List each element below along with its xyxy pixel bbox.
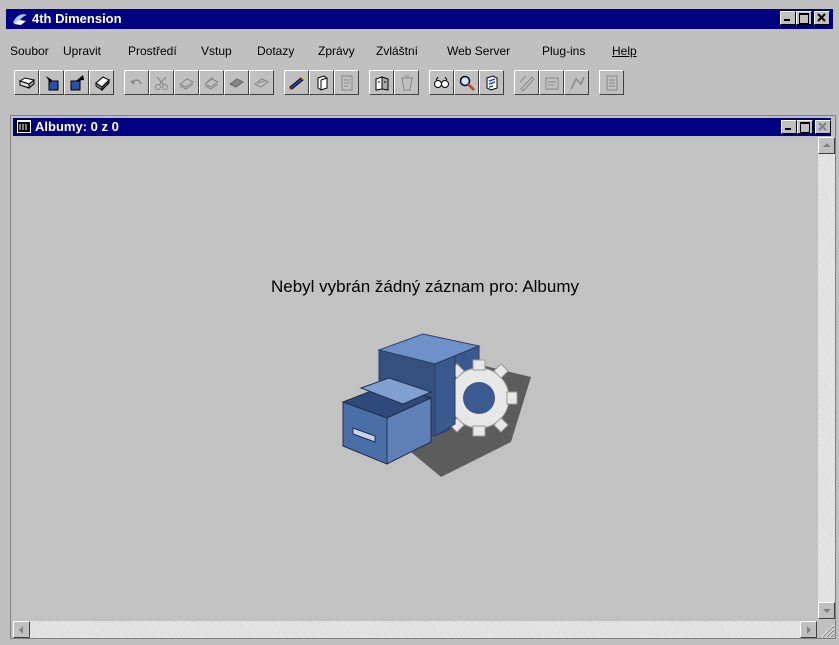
- records-maximize-button[interactable]: [797, 120, 813, 134]
- records-window-title: Albumy: 0 z 0: [35, 119, 119, 134]
- resize-grip-icon[interactable]: [818, 621, 835, 638]
- app-window: 4th Dimension Soubor Upravit Prostředí V…: [0, 0, 839, 645]
- records-minimize-button[interactable]: [781, 120, 797, 134]
- graph-icon: [570, 76, 585, 90]
- maximize-button[interactable]: [796, 11, 812, 25]
- menu-dotazy[interactable]: Dotazy: [257, 44, 294, 58]
- menu-web-server[interactable]: Web Server: [447, 44, 510, 58]
- menu-plug-ins[interactable]: Plug-ins: [542, 44, 585, 58]
- horizontal-scrollbar[interactable]: [13, 621, 817, 638]
- scroll-up-button[interactable]: [818, 137, 835, 154]
- new-record-button[interactable]: [309, 70, 334, 95]
- cut-icon: [155, 76, 168, 90]
- records-window-controls: [781, 120, 831, 134]
- menu-zpravy[interactable]: Zprávy: [318, 44, 355, 58]
- search-editor-button[interactable]: [429, 70, 454, 95]
- label-button[interactable]: [539, 70, 564, 95]
- vertical-scrollbar[interactable]: [818, 137, 835, 619]
- 4d-logo-icon: [13, 14, 27, 25]
- label-icon: [545, 77, 559, 90]
- copy-button[interactable]: [174, 70, 199, 95]
- menu-help[interactable]: Help: [612, 44, 637, 58]
- new-record-icon: [317, 75, 328, 91]
- menu-prostredi[interactable]: Prostředí: [128, 44, 177, 58]
- paste-button[interactable]: [199, 70, 224, 95]
- app-titlebar[interactable]: 4th Dimension: [6, 9, 833, 29]
- open-db-icon: [46, 76, 59, 91]
- report-icon: [519, 75, 535, 92]
- undo-button[interactable]: [124, 70, 149, 95]
- records-window-titlebar[interactable]: Albumy: 0 z 0: [13, 118, 831, 136]
- edit-form-button[interactable]: [284, 70, 309, 95]
- report-button[interactable]: [514, 70, 539, 95]
- search-icon: [434, 76, 449, 88]
- export-icon: [606, 75, 618, 91]
- window-controls: [780, 11, 830, 25]
- select-all-button[interactable]: [249, 70, 274, 95]
- records-close-button[interactable]: [815, 120, 831, 134]
- undo-icon: [130, 79, 142, 85]
- export-button[interactable]: [599, 70, 624, 95]
- open-file-icon: [18, 77, 36, 90]
- scroll-down-button[interactable]: [818, 602, 835, 619]
- scroll-right-button[interactable]: [800, 621, 817, 638]
- records-icon: [375, 76, 389, 91]
- find-button[interactable]: [454, 70, 479, 95]
- edit-form-icon: [289, 76, 305, 90]
- app-title: 4th Dimension: [32, 11, 122, 26]
- sort-icon: [486, 75, 498, 91]
- import-icon: [70, 75, 84, 91]
- cut-button[interactable]: [149, 70, 174, 95]
- empty-selection-message: Nebyl vybrán žádný záznam pro: Albumy: [270, 277, 580, 296]
- print-icon: [95, 76, 110, 92]
- records-button[interactable]: [369, 70, 394, 95]
- open-db-button[interactable]: [39, 70, 64, 95]
- find-icon: [459, 75, 475, 91]
- import-button[interactable]: [64, 70, 89, 95]
- menu-upravit[interactable]: Upravit: [63, 44, 101, 58]
- print-button[interactable]: [89, 70, 114, 95]
- delete-record-icon: [401, 75, 413, 91]
- select-all-icon: [254, 78, 269, 88]
- toolbar: [14, 68, 834, 100]
- clear-icon: [229, 78, 244, 88]
- menu-vstup[interactable]: Vstup: [201, 44, 232, 58]
- form-icon: [341, 75, 353, 91]
- open-file-button[interactable]: [14, 70, 39, 95]
- delete-record-button[interactable]: [394, 70, 419, 95]
- copy-icon: [179, 78, 194, 90]
- records-window: Albumy: 0 z 0 Nebyl vybrán žádný záznam …: [10, 115, 836, 639]
- minimize-button[interactable]: [780, 11, 796, 25]
- records-content-area: Nebyl vybrán žádný záznam pro: Albumy: [13, 137, 818, 619]
- menu-soubor[interactable]: Soubor: [10, 44, 49, 58]
- table-icon: [16, 119, 32, 134]
- empty-drawer-icon: [341, 333, 531, 477]
- menu-bar: Soubor Upravit Prostředí Vstup Dotazy Zp…: [6, 41, 833, 61]
- graph-button[interactable]: [564, 70, 589, 95]
- paste-icon: [204, 76, 219, 90]
- close-button[interactable]: [814, 11, 830, 25]
- scroll-left-button[interactable]: [13, 621, 30, 638]
- menu-zvlastni[interactable]: Zvláštní: [376, 44, 418, 58]
- clear-button[interactable]: [224, 70, 249, 95]
- form-button[interactable]: [334, 70, 359, 95]
- sort-button[interactable]: [479, 70, 504, 95]
